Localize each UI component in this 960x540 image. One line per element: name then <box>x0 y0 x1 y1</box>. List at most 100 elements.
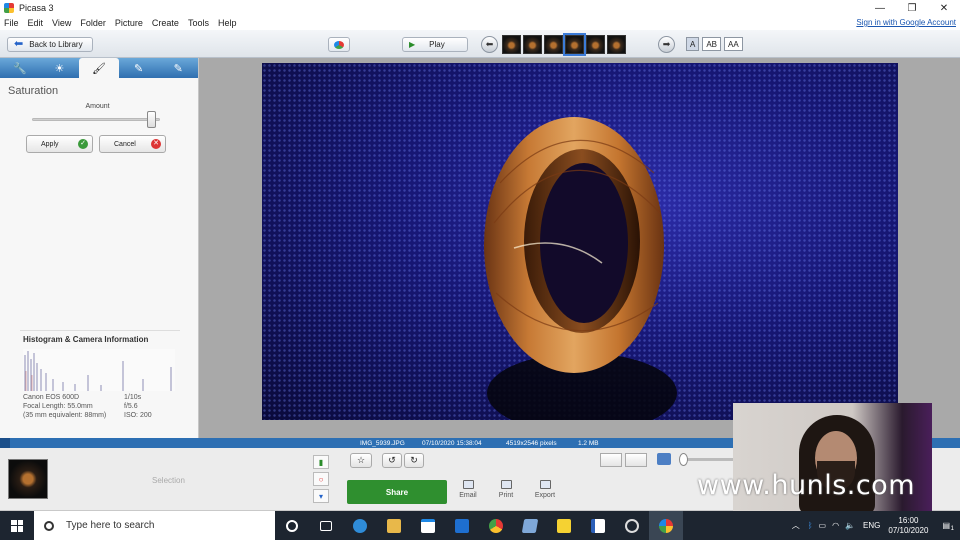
play-icon: ▶ <box>409 40 416 49</box>
amount-slider-track[interactable] <box>32 118 160 121</box>
email-button[interactable]: Email <box>454 480 482 499</box>
focal-length: Focal Length: 55.0mm <box>23 403 93 410</box>
sun-icon: ☀ <box>54 62 65 75</box>
menu-folder[interactable]: Folder <box>80 18 106 28</box>
cortana-icon <box>286 519 298 532</box>
taskbar-picasa[interactable] <box>649 511 683 540</box>
menu-picture[interactable]: Picture <box>115 18 143 28</box>
tab-effects-3[interactable]: ✎ <box>158 58 198 78</box>
photo-viewer[interactable] <box>199 58 960 438</box>
menu-tools[interactable]: Tools <box>188 18 209 28</box>
taskbar-word[interactable] <box>581 511 615 540</box>
print-label: Print <box>498 492 514 499</box>
back-to-library-button[interactable]: ⬅ Back to Library <box>7 37 93 52</box>
show-hidden-icons[interactable]: ︿ <box>792 520 800 531</box>
star-button[interactable]: ☆ <box>350 453 372 468</box>
minimize-button[interactable]: — <box>864 0 896 16</box>
play-label: Play <box>429 40 445 49</box>
volume-icon[interactable]: 🔈 <box>845 521 855 530</box>
next-photo-button[interactable]: ➡ <box>658 36 675 53</box>
notification-center-button[interactable]: ▤ 1 <box>942 521 954 532</box>
system-clock[interactable]: 16:00 07/10/2020 <box>888 516 928 536</box>
filmstrip-thumbnail[interactable] <box>586 35 605 54</box>
amount-slider-handle[interactable] <box>147 111 157 128</box>
language-indicator[interactable]: ENG <box>863 521 880 530</box>
selection-label: Selection <box>152 476 185 485</box>
export-button[interactable]: Export <box>531 480 559 499</box>
bluetooth-icon[interactable]: ᛒ <box>808 521 813 530</box>
zoom-slider-track[interactable] <box>680 458 740 461</box>
clear-icon[interactable]: ○ <box>313 472 329 486</box>
store-icon <box>421 518 435 533</box>
taskbar-chrome[interactable] <box>479 511 513 540</box>
filmstrip-thumbnail[interactable] <box>544 35 563 54</box>
collapse-icon[interactable] <box>0 438 10 448</box>
filmstrip-thumbnail[interactable] <box>607 35 626 54</box>
menu-view[interactable]: View <box>52 18 71 28</box>
tab-effects[interactable]: 🖌 <box>79 58 119 78</box>
menu-edit[interactable]: Edit <box>28 18 44 28</box>
taskbar-edge[interactable] <box>343 511 377 540</box>
caption-mode-aa[interactable]: AA <box>724 37 743 51</box>
hold-pin-icon[interactable]: ▮ <box>313 455 329 469</box>
cortana-button[interactable] <box>275 511 309 540</box>
taskbar-app-blue[interactable] <box>513 511 547 540</box>
sign-in-link[interactable]: Sign in with Google Account <box>856 16 956 30</box>
camera-info-left: Canon EOS 600D Focal Length: 55.0mm (35 … <box>23 393 106 420</box>
taskbar-file-explorer[interactable] <box>377 511 411 540</box>
taskbar-search[interactable]: Type here to search <box>34 511 275 540</box>
color-palette-button[interactable] <box>328 37 350 52</box>
add-to-album-icon[interactable]: ▾ <box>313 489 329 503</box>
photo-filesize: 1.2 MB <box>578 439 599 447</box>
search-icon <box>44 520 54 531</box>
taskbar-store[interactable] <box>411 511 445 540</box>
tab-tuning[interactable]: ☀ <box>40 58 80 78</box>
caption-mode-ab[interactable]: AB <box>702 37 722 51</box>
tab-basic-fixes[interactable]: 🔧 <box>0 58 40 78</box>
photo-wooden-ring[interactable] <box>262 63 898 420</box>
rotate-left-button[interactable]: ↺ <box>382 453 402 468</box>
taskbar-obs[interactable] <box>615 511 649 540</box>
menu-file[interactable]: File <box>4 18 19 28</box>
effect-title: Saturation <box>8 85 59 97</box>
filmstrip-thumbnail[interactable] <box>502 35 521 54</box>
shutter-speed: 1/10s <box>124 394 142 401</box>
apply-button[interactable]: Apply ✓ <box>26 135 93 153</box>
windows-logo-icon <box>11 519 23 532</box>
tray-thumbnail[interactable] <box>8 459 48 499</box>
menu-create[interactable]: Create <box>152 18 179 28</box>
camera-model: Canon EOS 600D <box>23 394 80 401</box>
arrow-left-icon: ⬅ <box>14 38 24 50</box>
play-slideshow-button[interactable]: ▶ Play <box>402 37 468 52</box>
aperture: f/5.6 <box>124 403 138 410</box>
battery-icon[interactable]: ▭ <box>819 521 827 530</box>
histogram-panel: Histogram & Camera Information Canon EOS… <box>20 330 180 432</box>
close-button[interactable]: ✕ <box>928 0 960 16</box>
close-icon: ✕ <box>151 139 161 149</box>
task-view-icon <box>320 520 332 531</box>
watermark-text: www.hunls.com <box>697 470 916 501</box>
share-button[interactable]: Share <box>347 480 447 504</box>
single-view-button[interactable] <box>600 453 622 467</box>
previous-photo-button[interactable]: ⬅ <box>481 36 498 53</box>
rotate-right-button[interactable]: ↻ <box>404 453 424 468</box>
edit-tabs: 🔧 ☀ 🖌 ✎ ✎ <box>0 58 198 78</box>
restore-button[interactable]: ❐ <box>896 0 928 16</box>
print-button[interactable]: Print <box>492 480 520 499</box>
network-icon[interactable]: ◠ <box>832 521 839 530</box>
caption-mode-a[interactable]: A <box>686 37 700 51</box>
focal-length-equivalent: (35 mm equivalent: 88mm) <box>23 412 107 419</box>
tab-effects-2[interactable]: ✎ <box>119 58 159 78</box>
compare-view-button[interactable] <box>625 453 647 467</box>
pencil-blue-icon: ✎ <box>173 62 183 75</box>
taskbar-mail[interactable] <box>445 511 479 540</box>
filmstrip-thumbnail[interactable] <box>523 35 542 54</box>
start-button[interactable] <box>0 511 34 540</box>
taskbar-sticky-notes[interactable] <box>547 511 581 540</box>
zoom-slider-handle[interactable] <box>679 453 688 466</box>
menu-help[interactable]: Help <box>218 18 237 28</box>
toolbar: ⬅ Back to Library ▶ Play ⬅ ➡ A AB AA <box>0 30 960 58</box>
cancel-button[interactable]: Cancel ✕ <box>99 135 166 153</box>
task-view-button[interactable] <box>309 511 343 540</box>
filmstrip-thumbnail-selected[interactable] <box>563 33 586 56</box>
